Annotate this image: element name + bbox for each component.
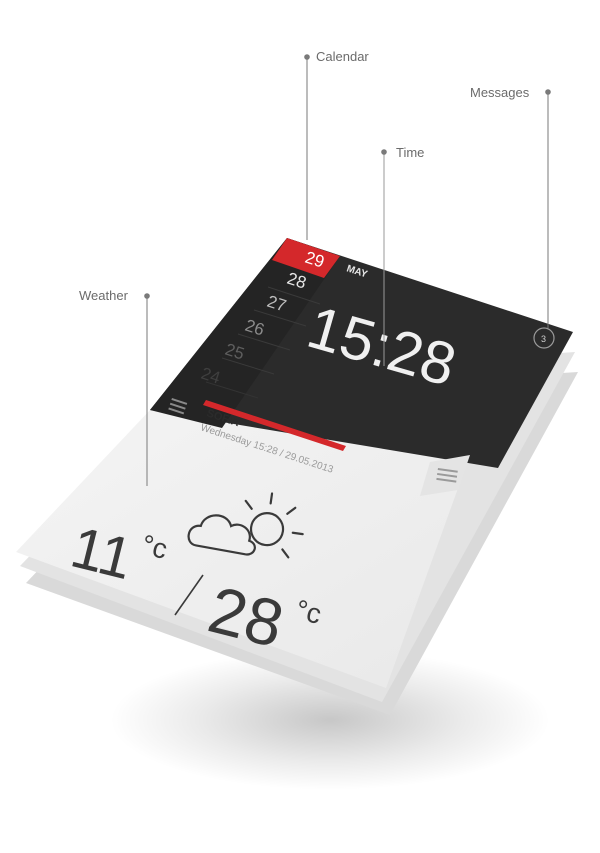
callout-messages-label: Messages [470,85,530,100]
callout-time-label: Time [396,145,424,160]
callout-messages: Messages [470,85,551,328]
callout-calendar-label: Calendar [316,49,369,64]
app-mockup-scene: 29 28 27 26 25 24 MAY 15:28 3 SOFIA Wedn… [16,49,578,790]
callout-calendar: Calendar [304,49,369,240]
callout-weather-label: Weather [79,288,129,303]
app-mockup-stage: 29 28 27 26 25 24 MAY 15:28 3 SOFIA Wedn… [0,0,600,853]
messages-count: 3 [541,334,546,344]
